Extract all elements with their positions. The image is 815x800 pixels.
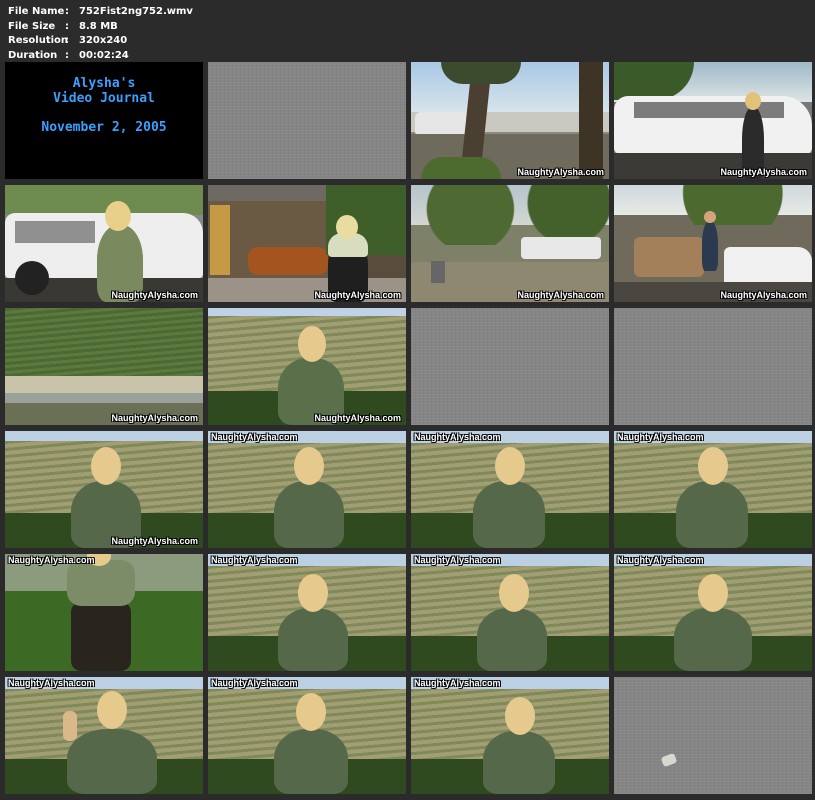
watermark: NaughtyAlysha.com (211, 678, 298, 688)
thumbnail-waving[interactable]: NaughtyAlysha.com (5, 677, 203, 794)
thumbnail-winery-yard[interactable]: NaughtyAlysha.com (411, 185, 609, 302)
thumbnail-vineyard-rows[interactable]: NaughtyAlysha.com (5, 308, 203, 425)
thumbnail-speaking-7[interactable]: NaughtyAlysha.com (411, 554, 609, 671)
thumbnail-blank[interactable] (208, 62, 406, 179)
thumbnail-speaking-10[interactable]: NaughtyAlysha.com (411, 677, 609, 794)
thumbnail-standing-full[interactable]: NaughtyAlysha.com (5, 554, 203, 671)
resolution-value: 320x240 (79, 35, 128, 46)
duration-row: Duration : 00:02:24 (8, 49, 193, 64)
thumbnail-speaking-8[interactable]: NaughtyAlysha.com (614, 554, 812, 671)
thumbnail-blank[interactable] (614, 308, 812, 425)
thumbnail-speaking-2[interactable]: NaughtyAlysha.com (5, 431, 203, 548)
title-line-2: Video Journal (53, 91, 155, 106)
watermark: NaughtyAlysha.com (211, 432, 298, 442)
duration-value: 00:02:24 (79, 49, 129, 61)
file-name-value: 752Fist2ng752.wmv (79, 6, 193, 17)
thumbnail-speaking-4[interactable]: NaughtyAlysha.com (411, 431, 609, 548)
thumbnail-title-card[interactable]: Alysha's Video Journal November 2, 2005 (5, 62, 203, 179)
watermark: NaughtyAlysha.com (8, 555, 95, 565)
title-date: November 2, 2005 (41, 120, 167, 135)
watermark: NaughtyAlysha.com (414, 678, 501, 688)
resolution-label: Resolution (8, 35, 69, 46)
thumbnail-blank[interactable] (411, 308, 609, 425)
thumbnail-limousine[interactable]: NaughtyAlysha.com (614, 62, 812, 179)
separator: : (65, 6, 69, 17)
thumbnail-woman-by-car[interactable]: NaughtyAlysha.com (5, 185, 203, 302)
thumbnail-speaking-1[interactable]: NaughtyAlysha.com (208, 308, 406, 425)
file-name-label: File Name (8, 6, 65, 17)
separator: : (65, 20, 69, 32)
file-info-panel: File Name : 752Fist2ng752.wmv File Size … (8, 5, 193, 63)
watermark: NaughtyAlysha.com (314, 290, 401, 300)
file-size-value: 8.8 MB (79, 20, 118, 32)
thumbnail-parking-lot[interactable]: NaughtyAlysha.com (411, 62, 609, 179)
duration-label: Duration (8, 49, 58, 61)
file-name-row: File Name : 752Fist2ng752.wmv (8, 5, 193, 20)
file-size-row: File Size : 8.8 MB (8, 20, 193, 35)
separator: : (65, 49, 69, 61)
watermark: NaughtyAlysha.com (617, 555, 704, 565)
watermark: NaughtyAlysha.com (414, 432, 501, 442)
thumbnail-storefront[interactable]: NaughtyAlysha.com (208, 185, 406, 302)
thumbnail-speaking-6[interactable]: NaughtyAlysha.com (208, 554, 406, 671)
thumbnail-speaking-5[interactable]: NaughtyAlysha.com (614, 431, 812, 548)
file-size-label: File Size (8, 20, 56, 32)
watermark: NaughtyAlysha.com (617, 432, 704, 442)
watermark: NaughtyAlysha.com (111, 290, 198, 300)
thumbnail-barrels-truck[interactable]: NaughtyAlysha.com (614, 185, 812, 302)
title-line-1: Alysha's (72, 76, 136, 91)
watermark: NaughtyAlysha.com (517, 290, 604, 300)
watermark: NaughtyAlysha.com (720, 167, 807, 177)
watermark: NaughtyAlysha.com (720, 290, 807, 300)
watermark: NaughtyAlysha.com (111, 536, 198, 546)
watermark: NaughtyAlysha.com (8, 678, 95, 688)
watermark: NaughtyAlysha.com (111, 413, 198, 423)
thumbnail-speaking-9[interactable]: NaughtyAlysha.com (208, 677, 406, 794)
thumbnail-blank[interactable] (614, 677, 812, 794)
thumbnail-speaking-3[interactable]: NaughtyAlysha.com (208, 431, 406, 548)
separator: : (65, 35, 69, 46)
thumbnail-grid: Alysha's Video Journal November 2, 2005 … (5, 62, 812, 794)
watermark: NaughtyAlysha.com (517, 167, 604, 177)
resolution-row: Resolution : 320x240 (8, 34, 193, 49)
watermark: NaughtyAlysha.com (414, 555, 501, 565)
watermark: NaughtyAlysha.com (314, 413, 401, 423)
watermark: NaughtyAlysha.com (211, 555, 298, 565)
